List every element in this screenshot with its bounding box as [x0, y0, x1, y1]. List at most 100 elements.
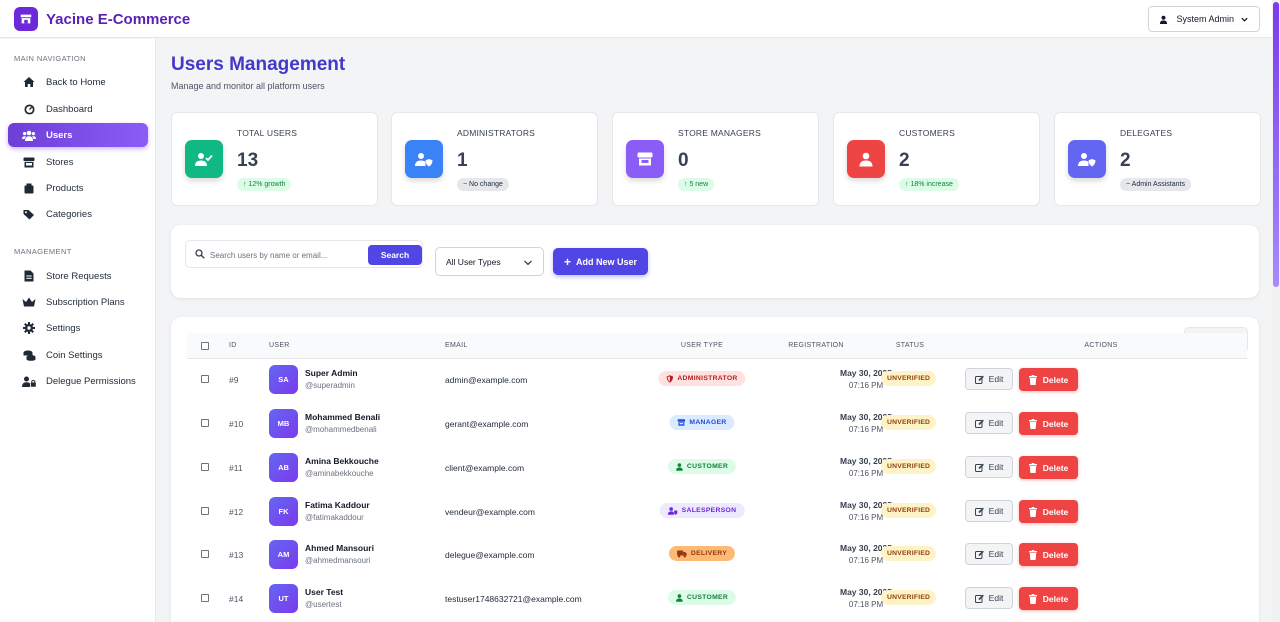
search-button[interactable]: Search — [368, 245, 422, 265]
row-checkbox[interactable] — [201, 507, 209, 515]
table-row: #9 SA Super Admin @superadmin admin@example.… — [187, 358, 1247, 402]
truck-icon — [677, 550, 687, 558]
user-type-select-value: All User Types — [446, 256, 501, 267]
add-new-user-button[interactable]: + Add New User — [553, 248, 648, 275]
row-checkbox[interactable] — [201, 419, 209, 427]
stat-label: ADMINISTRATORS — [457, 128, 536, 138]
edit-button[interactable]: Edit — [965, 587, 1013, 609]
crown-icon — [21, 297, 37, 307]
avatar: AM — [269, 540, 298, 569]
edit-button[interactable]: Edit — [965, 456, 1013, 478]
delete-button[interactable]: Delete — [1019, 587, 1078, 610]
user-icon — [676, 462, 683, 471]
user-lock-icon — [21, 376, 37, 387]
sidebar-item-categories[interactable]: Categories — [8, 202, 148, 226]
column-header-id: ID — [229, 342, 237, 349]
user-email: testuser1748632721@example.com — [445, 594, 582, 604]
search-input[interactable] — [210, 247, 360, 263]
row-checkbox[interactable] — [201, 594, 209, 602]
sidebar-item-dashboard[interactable]: Dashboard — [8, 97, 148, 121]
plus-icon: + — [563, 254, 571, 269]
stat-trend-badge: − No change — [457, 178, 509, 191]
sidebar-item-stores[interactable]: Stores — [8, 150, 148, 174]
user-name: Mohammed Benali — [305, 412, 381, 422]
stat-card-administrators: ADMINISTRATORS 1 − No change — [391, 112, 598, 206]
user-name: Amina Bekkouche — [305, 456, 379, 466]
delete-button[interactable]: Delete — [1019, 368, 1078, 391]
user-menu-label: System Admin — [1176, 14, 1234, 24]
user-handle: @ahmedmansouri — [305, 556, 371, 565]
trash-icon — [1028, 374, 1037, 385]
avatar: MB — [269, 409, 298, 438]
user-type-badge: ADMINISTRATOR — [658, 371, 746, 386]
user-handle: @fatimakaddour — [305, 513, 364, 522]
trash-icon — [1028, 506, 1037, 517]
stat-label: DELEGATES — [1120, 128, 1173, 138]
user-icon — [1159, 15, 1168, 24]
user-handle: @superadmin — [305, 381, 355, 390]
delete-button[interactable]: Delete — [1019, 543, 1078, 566]
store-logo-icon — [14, 7, 38, 31]
delete-button[interactable]: Delete — [1019, 456, 1078, 479]
edit-icon — [974, 375, 984, 384]
brand[interactable]: Yacine E-Commerce — [14, 7, 190, 31]
column-header-user: USER — [269, 342, 290, 349]
user-handle: @mohammedbenali — [305, 425, 377, 434]
user-type-badge: MANAGER — [669, 415, 735, 430]
table-row: #13 AM Ahmed Mansouri @ahmedmansouri delegue… — [187, 533, 1247, 577]
column-header-registration: REGISTRATION — [788, 342, 844, 349]
sidebar-item-users[interactable]: Users — [8, 123, 148, 147]
edit-button[interactable]: Edit — [965, 543, 1013, 565]
status-badge: UNVERIFIED — [881, 415, 937, 430]
stat-label: STORE MANAGERS — [678, 128, 761, 138]
top-bar: Yacine E-Commerce System Admin — [0, 0, 1272, 38]
gear-icon — [21, 322, 37, 334]
edit-button[interactable]: Edit — [965, 500, 1013, 522]
sidebar-item-back-to-home[interactable]: Back to Home — [8, 70, 148, 94]
row-checkbox[interactable] — [201, 463, 209, 471]
user-name: Super Admin — [305, 368, 358, 378]
user-type-select[interactable]: All User Types — [435, 247, 544, 276]
main-navigation-label: MAIN NAVIGATION — [14, 54, 86, 63]
delete-button[interactable]: Delete — [1019, 412, 1078, 435]
sidebar-item-coin-settings[interactable]: Coin Settings — [8, 343, 148, 367]
sidebar-item-subscription-plans[interactable]: Subscription Plans — [8, 290, 148, 314]
sidebar-item-products[interactable]: Products — [8, 176, 148, 200]
user-id: #14 — [229, 594, 244, 604]
trash-icon — [1028, 593, 1037, 604]
avatar: UT — [269, 584, 298, 613]
edit-button[interactable]: Edit — [965, 368, 1013, 390]
avatar: SA — [269, 365, 298, 394]
user-id: #10 — [229, 419, 244, 429]
document-icon — [21, 270, 37, 282]
coins-icon — [21, 350, 37, 361]
delete-button[interactable]: Delete — [1019, 500, 1078, 523]
stat-trend-badge: ↑ 18% increase — [899, 178, 959, 191]
row-checkbox[interactable] — [201, 550, 209, 558]
store-icon — [21, 157, 37, 168]
edit-button[interactable]: Edit — [965, 412, 1013, 434]
table-row: #11 AB Amina Bekkouche @aminabekkouche clien… — [187, 446, 1247, 490]
select-all-checkbox[interactable] — [201, 342, 209, 350]
avatar: AB — [269, 453, 298, 482]
trash-icon — [1028, 549, 1037, 560]
sidebar-item-settings[interactable]: Settings — [8, 316, 148, 340]
page-scrollbar[interactable] — [1272, 0, 1280, 622]
row-checkbox[interactable] — [201, 375, 209, 383]
stat-card-total-users: TOTAL USERS 13 ↑ 12% growth — [171, 112, 378, 206]
stat-value: 2 — [899, 150, 910, 171]
box-icon — [21, 183, 37, 194]
stat-card-customers: CUSTOMERS 2 ↑ 18% increase — [833, 112, 1040, 206]
user-type-badge: SALESPERSON — [659, 503, 745, 518]
user-handle: @usertest — [305, 600, 342, 609]
sidebar-item-delegue-permissions[interactable]: Delegue Permissions — [8, 369, 148, 393]
table-header: ID USER EMAIL USER TYPE REGISTRATION STA… — [187, 333, 1247, 359]
sidebar-item-store-requests[interactable]: Store Requests — [8, 264, 148, 288]
shield-icon — [666, 374, 674, 383]
scrollbar-thumb[interactable] — [1273, 2, 1279, 287]
page-title: Users Management — [171, 54, 346, 75]
app-title: Yacine E-Commerce — [46, 10, 191, 28]
status-badge: UNVERIFIED — [881, 371, 937, 386]
user-menu-button[interactable]: System Admin — [1148, 6, 1260, 32]
store-icon — [626, 140, 664, 178]
